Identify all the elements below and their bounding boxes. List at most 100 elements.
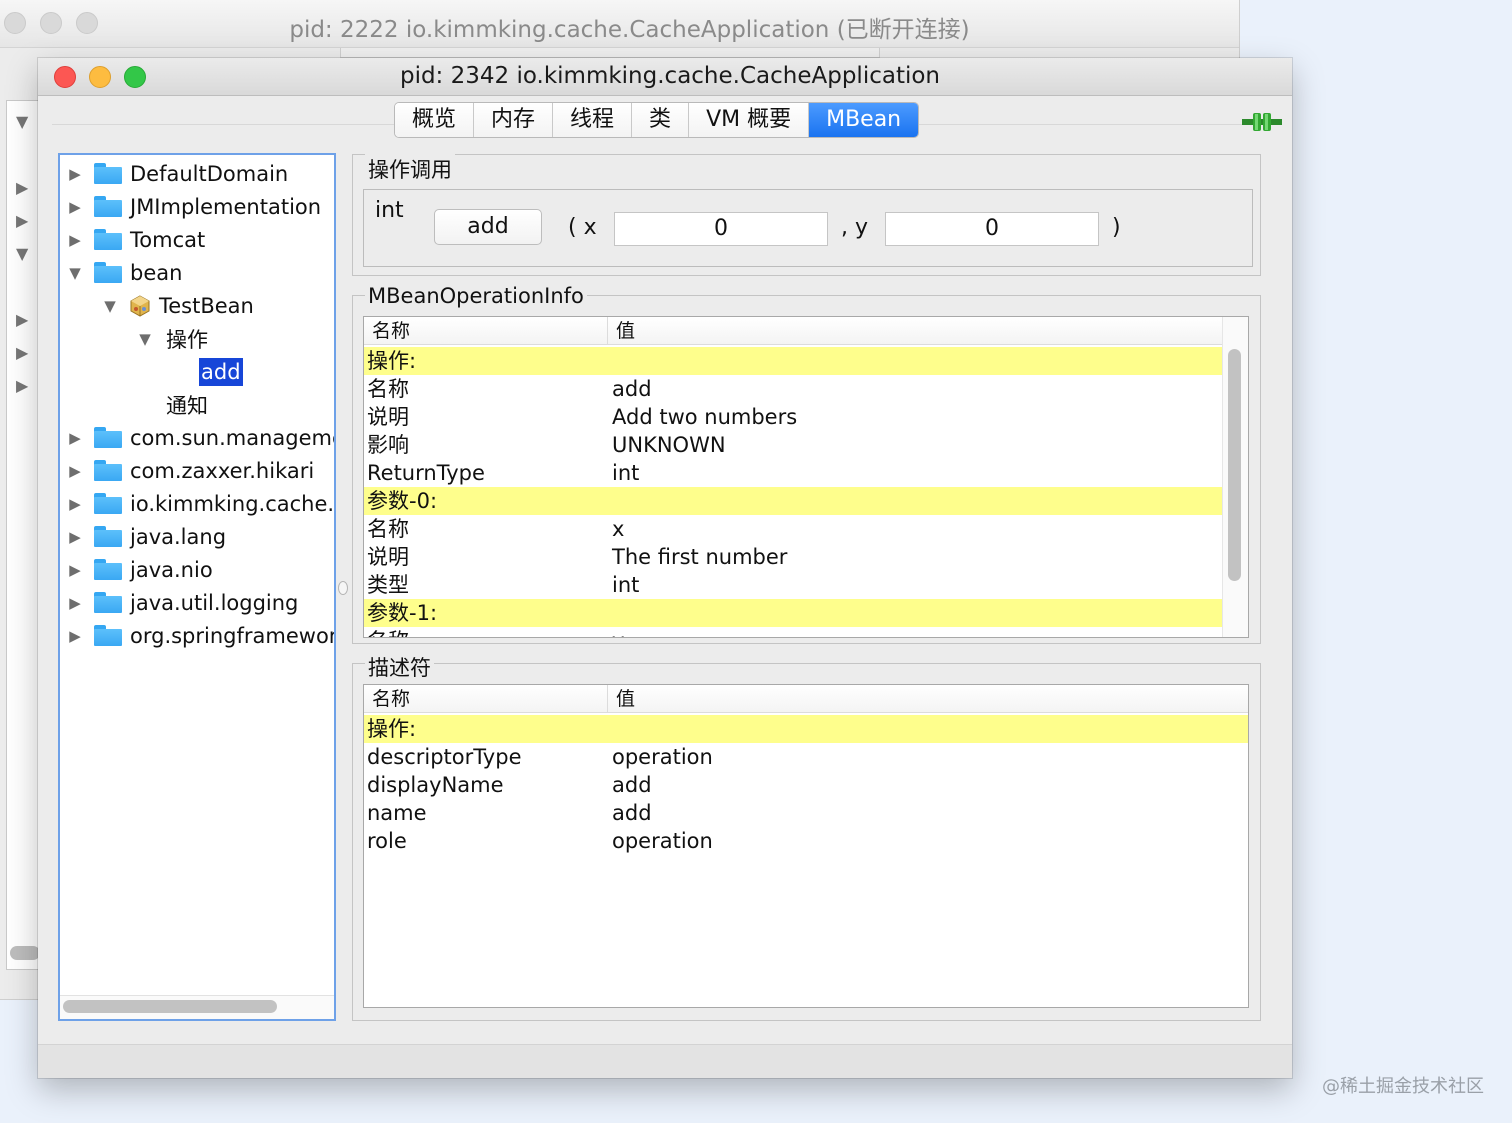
table-row[interactable]: role operation (364, 827, 1248, 855)
table-row[interactable]: 说明 Add two numbers (364, 403, 1228, 431)
table-header: 名称 值 (364, 317, 1248, 345)
table-row[interactable]: 名称 add (364, 375, 1228, 403)
collapse-arrow-icon[interactable]: ▼ (136, 330, 154, 348)
background-scrollbar[interactable] (10, 946, 40, 960)
tree-item-operations[interactable]: ▼ 操作 (136, 322, 208, 355)
table-row[interactable]: displayName add (364, 771, 1248, 799)
table-row[interactable]: ReturnType int (364, 459, 1228, 487)
tree-item-com-zaxxer-hikari[interactable]: ▶ com.zaxxer.hikari (66, 454, 314, 487)
cell-value (608, 715, 612, 743)
cell-name: ReturnType (367, 461, 485, 485)
tree-item-label: com.zaxxer.hikari (130, 458, 315, 483)
mbean-tree[interactable]: ▶ DefaultDomain ▶ JMImplementation ▶ Tom… (58, 153, 336, 1021)
descriptor-panel-title: 描述符 (365, 652, 434, 682)
tree-item-java-util-logging[interactable]: ▶ java.util.logging (66, 586, 298, 619)
param-y-input[interactable]: 0 (885, 212, 1099, 246)
tree-item-tomcat[interactable]: ▶ Tomcat (66, 223, 205, 256)
cell-name: 类型 (367, 573, 409, 597)
tree-item-com-sun-management[interactable]: ▶ com.sun.manageme (66, 421, 334, 454)
descriptor-panel: 名称 值 操作: descriptorType operation displa… (352, 663, 1261, 1021)
tab-threads[interactable]: 线程 (553, 103, 633, 137)
table-row[interactable]: 参数-1: (364, 599, 1228, 627)
folder-icon (94, 262, 122, 283)
table-row[interactable]: 类型 int (364, 571, 1228, 599)
connection-plug-icon[interactable] (1242, 110, 1282, 134)
tab-overview[interactable]: 概览 (395, 103, 475, 137)
tab-vm-summary[interactable]: VM 概要 (689, 103, 810, 137)
expand-arrow-icon[interactable]: ▶ (66, 495, 84, 513)
tree-horizontal-scrollbar[interactable] (60, 995, 334, 1019)
cell-value: operation (612, 745, 713, 769)
info-table-vertical-scrollbar[interactable] (1222, 317, 1248, 637)
table-row[interactable]: 操作: (364, 715, 1248, 743)
cell-name: 影响 (367, 433, 409, 457)
tree-item-label: io.kimmking.cache.s (130, 491, 336, 516)
tree-item-bean[interactable]: ▼ bean (66, 256, 182, 289)
background-tabbar (340, 48, 880, 58)
column-header-name[interactable]: 名称 (364, 685, 608, 712)
expand-arrow-icon[interactable]: ▶ (66, 429, 84, 447)
tree-item-jmimplementation[interactable]: ▶ JMImplementation (66, 190, 321, 223)
folder-icon (94, 229, 122, 250)
column-header-value[interactable]: 值 (608, 685, 635, 712)
table-row[interactable]: 操作: (364, 347, 1228, 375)
expand-arrow-icon[interactable]: ▶ (66, 462, 84, 480)
tree-item-label: org.springframeworl (130, 623, 336, 648)
tab-memory[interactable]: 内存 (474, 103, 554, 137)
expand-arrow-icon[interactable]: ▶ (66, 561, 84, 579)
cell-value: The first number (612, 545, 788, 569)
tree-item-label: TestBean (159, 293, 254, 318)
folder-icon (94, 460, 122, 481)
cell-value: int (612, 461, 640, 485)
tree-item-org-springframework[interactable]: ▶ org.springframeworl (66, 619, 336, 652)
expand-arrow-icon[interactable]: ▶ (66, 627, 84, 645)
descriptor-table[interactable]: 名称 值 操作: descriptorType operation displa… (363, 684, 1249, 1008)
table-row[interactable]: 影响 UNKNOWN (364, 431, 1228, 459)
mbean-operation-info-panel: 名称 值 操作: 名称 add 说明 Add two numbers 影响 UN… (352, 295, 1261, 644)
cell-name: 参数-1: (367, 601, 438, 625)
expand-arrow-icon[interactable]: ▶ (66, 198, 84, 216)
column-header-value[interactable]: 值 (608, 317, 635, 344)
cell-value: y (608, 627, 624, 637)
expand-arrow-icon[interactable]: ▶ (66, 528, 84, 546)
split-pane-divider[interactable] (338, 581, 348, 595)
tree-item-add[interactable]: add (199, 355, 243, 388)
column-header-name[interactable]: 名称 (364, 317, 608, 344)
tree-item-defaultdomain[interactable]: ▶ DefaultDomain (66, 157, 288, 190)
tree-item-label: bean (130, 260, 183, 285)
collapse-arrow-icon[interactable]: ▼ (101, 297, 119, 315)
operation-info-table[interactable]: 名称 值 操作: 名称 add 说明 Add two numbers 影响 UN… (363, 316, 1249, 638)
status-strip (38, 1044, 1292, 1078)
cell-name: 说明 (367, 545, 409, 569)
expand-arrow-icon[interactable]: ▶ (66, 231, 84, 249)
tree-scroll-thumb[interactable] (63, 1000, 277, 1013)
invoke-add-button[interactable]: add (434, 209, 542, 245)
triangle-down-icon: ▼ (16, 244, 29, 263)
cell-value: add (612, 377, 652, 401)
cell-name: 名称 (367, 517, 409, 541)
collapse-arrow-icon[interactable]: ▼ (66, 264, 84, 282)
cell-name: 说明 (367, 405, 409, 429)
tab-classes[interactable]: 类 (632, 103, 690, 137)
info-table-scroll-thumb[interactable] (1228, 349, 1241, 581)
window-title: pid: 2342 io.kimmking.cache.CacheApplica… (399, 63, 941, 89)
tree-item-notifications[interactable]: 通知 (166, 388, 208, 421)
tree-item-testbean[interactable]: ▼ TestBean (101, 289, 254, 322)
tree-item-java-lang[interactable]: ▶ java.lang (66, 520, 226, 553)
cell-value: Add two numbers (612, 405, 798, 429)
cell-name: role (367, 829, 407, 853)
expand-arrow-icon[interactable]: ▶ (66, 594, 84, 612)
table-row[interactable]: 参数-0: (364, 487, 1228, 515)
param-x-input[interactable]: 0 (614, 212, 828, 246)
table-row[interactable]: 说明 The first number (364, 543, 1228, 571)
table-row[interactable]: name add (364, 799, 1248, 827)
triangle-right-icon: ▶ (16, 376, 29, 395)
table-row[interactable]: 名称 y (364, 627, 1228, 637)
expand-arrow-icon[interactable]: ▶ (66, 165, 84, 183)
table-row[interactable]: descriptorType operation (364, 743, 1248, 771)
table-row[interactable]: 名称 x (364, 515, 1228, 543)
background-titlebar: pid: 2222 io.kimmking.cache.CacheApplica… (0, 0, 1239, 48)
tree-item-java-nio[interactable]: ▶ java.nio (66, 553, 212, 586)
tab-mbean[interactable]: MBean (809, 103, 919, 137)
tree-item-io-kimmking-cache[interactable]: ▶ io.kimmking.cache.s (66, 487, 336, 520)
